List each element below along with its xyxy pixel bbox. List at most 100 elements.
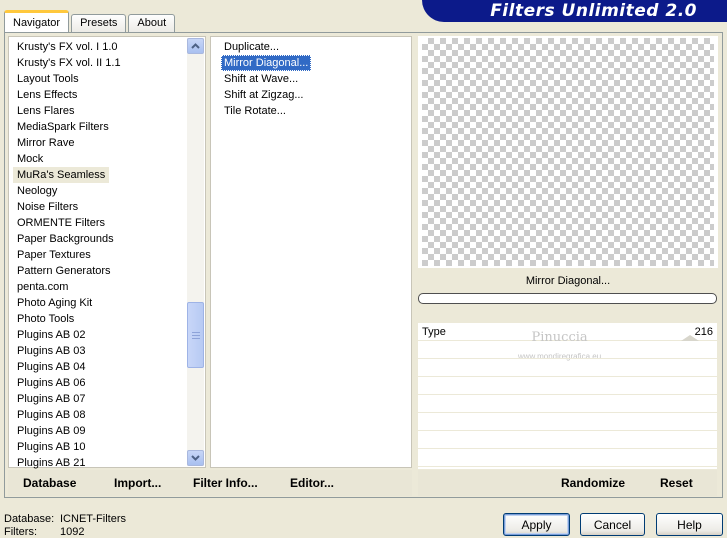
preview-area xyxy=(418,36,718,268)
category-row: Neology xyxy=(13,183,189,199)
category-item[interactable]: Plugins AB 21 xyxy=(13,455,189,471)
filters-count: 1092 xyxy=(60,526,85,538)
filter-row: Shift at Wave... xyxy=(221,71,311,87)
category-item[interactable]: Krusty's FX vol. II 1.1 xyxy=(13,55,189,71)
category-row: Pattern Generators xyxy=(13,263,189,279)
scroll-thumb[interactable] xyxy=(187,302,204,368)
category-row: Mock xyxy=(13,151,189,167)
category-row: MuRa's Seamless xyxy=(13,167,189,183)
category-row: Plugins AB 21 xyxy=(13,455,189,471)
category-item[interactable]: Lens Flares xyxy=(13,103,189,119)
category-item[interactable]: ORMENTE Filters xyxy=(13,215,189,231)
tab-navigator[interactable]: Navigator xyxy=(4,10,70,32)
category-row: ORMENTE Filters xyxy=(13,215,189,231)
category-row: Photo Tools xyxy=(13,311,189,327)
database-value: ICNET-Filters xyxy=(60,513,126,525)
current-filter-name: Mirror Diagonal... xyxy=(525,275,611,287)
filter-list-panel: Duplicate... Mirror Diagonal... Shift at W… xyxy=(210,36,412,468)
preview-image[interactable] xyxy=(422,38,714,266)
scroll-down-button[interactable] xyxy=(187,450,204,466)
database-label: Database: xyxy=(4,513,55,525)
param-row-empty xyxy=(418,395,717,413)
tab-strip: Navigator Presets About xyxy=(4,10,177,32)
category-item[interactable]: MediaSpark Filters xyxy=(13,119,189,135)
param-row-empty xyxy=(418,377,717,395)
apply-button[interactable]: Apply xyxy=(503,513,570,536)
category-item[interactable]: Paper Backgrounds xyxy=(13,231,189,247)
database-button[interactable]: Database xyxy=(23,476,76,490)
category-row: Plugins AB 07 xyxy=(13,391,189,407)
category-scrollbar[interactable] xyxy=(187,38,204,466)
tab-presets[interactable]: Presets xyxy=(71,14,127,32)
category-row: Paper Textures xyxy=(13,247,189,263)
category-item[interactable]: MuRa's Seamless xyxy=(13,167,110,183)
filter-info-button[interactable]: Filter Info... xyxy=(193,476,258,490)
category-row: Krusty's FX vol. II 1.1 xyxy=(13,55,189,71)
status-area: Database: ICNET-Filters Filters: 1092 xyxy=(4,513,126,538)
category-item[interactable]: Mock xyxy=(13,151,189,167)
category-row: Noise Filters xyxy=(13,199,189,215)
category-row: Paper Backgrounds xyxy=(13,231,189,247)
filter-item[interactable]: Duplicate... xyxy=(221,39,282,55)
reset-button[interactable]: Reset xyxy=(660,476,693,490)
category-item[interactable]: Plugins AB 08 xyxy=(13,407,189,423)
category-row: Plugins AB 08 xyxy=(13,407,189,423)
filter-list: Duplicate... Mirror Diagonal... Shift at W… xyxy=(221,39,312,119)
cancel-button[interactable]: Cancel xyxy=(580,513,645,536)
category-item[interactable]: penta.com xyxy=(13,279,189,295)
category-item[interactable]: Noise Filters xyxy=(13,199,189,215)
import-button[interactable]: Import... xyxy=(114,476,161,490)
filters-label: Filters: xyxy=(4,526,37,538)
filter-row: Duplicate... xyxy=(221,39,311,55)
category-row: Plugins AB 10 xyxy=(13,439,189,455)
filter-item[interactable]: Shift at Wave... xyxy=(221,71,301,87)
category-item[interactable]: Pattern Generators xyxy=(13,263,189,279)
category-row: Plugins AB 03 xyxy=(13,343,189,359)
param-row-empty xyxy=(418,431,717,449)
category-row: Plugins AB 04 xyxy=(13,359,189,375)
category-item[interactable]: Mirror Rave xyxy=(13,135,189,151)
category-list: Krusty's FX vol. I 1.0 Krusty's FX vol. I… xyxy=(13,39,189,471)
category-row: Lens Flares xyxy=(13,103,189,119)
randomize-button[interactable]: Randomize xyxy=(561,476,625,490)
category-item[interactable]: Plugins AB 04 xyxy=(13,359,189,375)
param-row-empty xyxy=(418,359,717,377)
category-item[interactable]: Neology xyxy=(13,183,189,199)
help-button[interactable]: Help xyxy=(656,513,723,536)
filter-item[interactable]: Tile Rotate... xyxy=(221,103,289,119)
parameters-panel: Type 216 Pinuccia www.mondiregrafica.eu xyxy=(418,323,717,469)
category-item[interactable]: Photo Aging Kit xyxy=(13,295,189,311)
scroll-up-button[interactable] xyxy=(187,38,204,54)
right-button-bar: Randomize Reset xyxy=(418,470,717,496)
category-list-panel: Krusty's FX vol. I 1.0 Krusty's FX vol. I… xyxy=(8,36,206,471)
editor-button[interactable]: Editor... xyxy=(290,476,334,490)
category-row: penta.com xyxy=(13,279,189,295)
category-item[interactable]: Krusty's FX vol. I 1.0 xyxy=(13,39,189,55)
category-item[interactable]: Photo Tools xyxy=(13,311,189,327)
category-row: Plugins AB 09 xyxy=(13,423,189,439)
app-title: Filters Unlimited 2.0 xyxy=(490,1,697,21)
filter-row: Mirror Diagonal... xyxy=(221,55,312,71)
filter-row: Tile Rotate... xyxy=(221,103,311,119)
category-row: Krusty's FX vol. I 1.0 xyxy=(13,39,189,55)
title-banner: Filters Unlimited 2.0 xyxy=(422,0,727,22)
category-item[interactable]: Lens Effects xyxy=(13,87,189,103)
param-row-type[interactable]: Type 216 Pinuccia www.mondiregrafica.eu xyxy=(418,323,717,361)
category-item[interactable]: Layout Tools xyxy=(13,71,189,87)
category-row: Plugins AB 06 xyxy=(13,375,189,391)
category-item[interactable]: Plugins AB 03 xyxy=(13,343,189,359)
param-label: Type xyxy=(422,326,446,338)
category-row: Plugins AB 02 xyxy=(13,327,189,343)
filter-item[interactable]: Mirror Diagonal... xyxy=(221,55,312,71)
category-item[interactable]: Plugins AB 10 xyxy=(13,439,189,455)
category-item[interactable]: Paper Textures xyxy=(13,247,189,263)
category-row: Lens Effects xyxy=(13,87,189,103)
category-item[interactable]: Plugins AB 07 xyxy=(13,391,189,407)
category-item[interactable]: Plugins AB 06 xyxy=(13,375,189,391)
category-item[interactable]: Plugins AB 02 xyxy=(13,327,189,343)
category-row: Layout Tools xyxy=(13,71,189,87)
category-item[interactable]: Plugins AB 09 xyxy=(13,423,189,439)
filter-item[interactable]: Shift at Zigzag... xyxy=(221,87,306,103)
tab-about[interactable]: About xyxy=(128,14,176,32)
chevron-down-icon xyxy=(191,455,200,461)
